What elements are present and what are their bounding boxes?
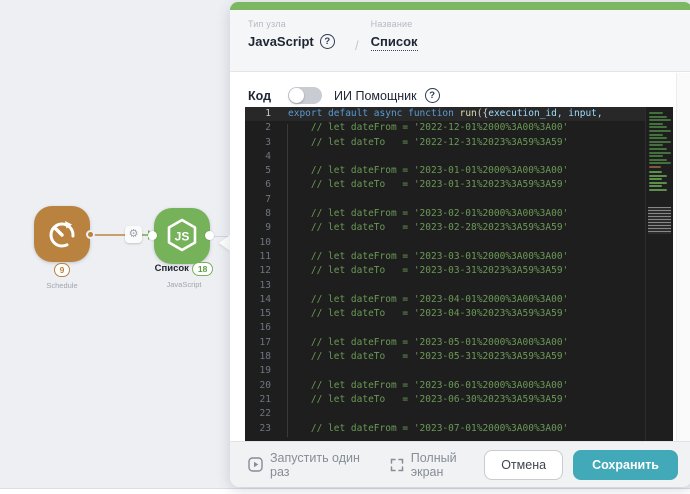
connection-schedule-to-gear: [94, 234, 126, 236]
code-toolbar: Код ИИ Помощник ?: [230, 72, 690, 106]
save-button[interactable]: Сохранить: [573, 449, 678, 480]
node-javascript[interactable]: JS: [154, 208, 210, 264]
fullscreen-icon: [390, 458, 404, 472]
js-input-port[interactable]: [148, 231, 157, 240]
schedule-count-badge: 9: [53, 262, 71, 277]
js-count-badge: 18: [191, 261, 214, 276]
run-once-button[interactable]: Запустить один раз: [248, 451, 372, 479]
ai-assistant-label: ИИ Помощник: [334, 88, 417, 103]
node-type-help-icon[interactable]: ?: [319, 34, 335, 49]
node-settings-panel: Тип узла JavaScript ? / Название Список …: [230, 2, 690, 487]
gear-icon: ⚙: [128, 228, 139, 240]
schedule-output-port[interactable]: [86, 230, 95, 239]
workflow-editor: ⚙ JS 9 Schedule Список 18 JavaScript Тип…: [0, 0, 690, 494]
schedule-node-type-label: Schedule: [46, 281, 78, 290]
panel-pointer-notch: [219, 235, 230, 251]
node-type-label: Тип узла: [248, 19, 286, 29]
code-editor[interactable]: 1 export default async function run({exec…: [245, 107, 673, 441]
nodejs-logo-icon: JS: [164, 217, 200, 255]
node-schedule[interactable]: [34, 206, 90, 262]
panel-scrollbar[interactable]: [676, 73, 690, 441]
ai-assistant-toggle[interactable]: [288, 87, 323, 104]
editor-minimap[interactable]: [645, 107, 673, 441]
timer-icon: [45, 217, 79, 251]
panel-footer: Запустить один раз Полный экран Отмена С…: [230, 441, 690, 487]
cancel-button[interactable]: Отмена: [484, 449, 564, 480]
fullscreen-label: Полный экран: [410, 450, 457, 479]
run-once-label: Запустить один раз: [270, 450, 360, 479]
node-name-label: Название: [370, 19, 413, 29]
fullscreen-button[interactable]: Полный экран: [390, 451, 484, 479]
node-name-input[interactable]: Список: [370, 34, 418, 51]
js-output-port[interactable]: [205, 231, 214, 240]
schedule-node-caption: 9 Schedule: [22, 261, 102, 290]
toggle-knob: [289, 88, 305, 103]
panel-accent-bar: [230, 2, 690, 10]
header-separator: /: [355, 38, 359, 53]
code-label: Код: [248, 88, 272, 103]
svg-text:JS: JS: [175, 230, 190, 244]
run-once-icon: [248, 457, 263, 472]
node-type-value: JavaScript: [248, 34, 314, 49]
code-lines: 1 export default async function run({exec…: [245, 107, 673, 436]
js-node-type-label: JavaScript: [166, 280, 202, 289]
panel-header: Тип узла JavaScript ? / Название Список: [230, 10, 690, 72]
connection-settings-button[interactable]: ⚙: [125, 226, 142, 243]
indent-guide: [287, 124, 288, 437]
js-node-caption: Список 18 JavaScript: [142, 260, 226, 289]
ai-assistant-help-icon[interactable]: ?: [424, 88, 440, 103]
js-node-title: Список: [154, 263, 189, 275]
